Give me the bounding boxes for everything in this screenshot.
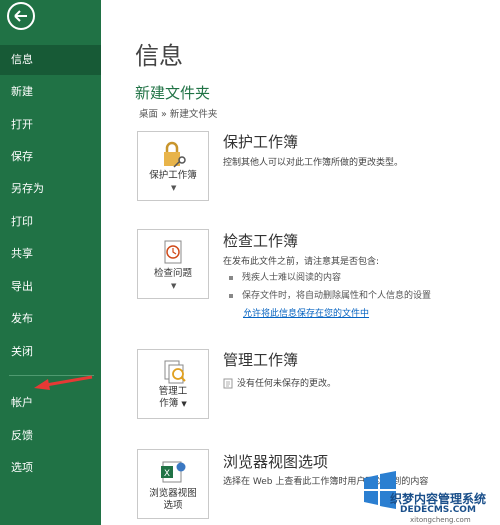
nav-options[interactable]: 选项	[0, 453, 101, 483]
lock-key-icon	[164, 141, 186, 168]
manage-workbook-button[interactable]: 管理工 作簿 ▼	[137, 349, 209, 419]
watermark-url: DEDECMS.COM	[400, 505, 476, 515]
nav-share[interactable]: 共享	[0, 239, 101, 269]
back-button[interactable]	[7, 2, 35, 30]
info-pane: 信息 新建文件夹 桌面 » 新建文件夹 保护工作簿 ▼ 保护工作簿 控制其他人可…	[101, 0, 500, 525]
protect-desc: 控制其他人可以对此工作簿所做的更改类型。	[223, 158, 404, 168]
inspect-bullet: 保存文件时，将自动删除属性和个人信息的设置	[229, 288, 431, 301]
inspect-title: 检查工作簿	[223, 232, 299, 250]
protect-workbook-button[interactable]: 保护工作簿 ▼	[137, 131, 209, 201]
nav-open[interactable]: 打开	[0, 110, 101, 140]
page-title: 信息	[135, 42, 183, 70]
manage-title: 管理工作簿	[223, 351, 299, 369]
nav-print[interactable]: 打印	[0, 207, 101, 237]
inspect-desc: 在发布此文件之前，请注意其是否包含:	[223, 257, 380, 267]
check-issues-button[interactable]: 检查问题 ▼	[137, 229, 209, 299]
bullet-icon	[229, 275, 233, 280]
document-title: 新建文件夹	[135, 84, 211, 102]
document-small-icon	[223, 378, 233, 389]
browser-title: 浏览器视图选项	[223, 453, 329, 471]
svg-text:X: X	[164, 469, 170, 479]
nav-save[interactable]: 保存	[0, 142, 101, 172]
manage-document-icon	[164, 360, 186, 384]
bullet-text: 保存文件时，将自动删除属性和个人信息的设置	[242, 291, 432, 301]
browser-button-label-1: 浏览器视图	[149, 488, 197, 499]
manage-button-label-2: 作簿 ▼	[138, 398, 208, 410]
nav-new[interactable]: 新建	[0, 77, 101, 107]
browser-button-label-2: 选项	[163, 500, 183, 511]
bullet-icon	[229, 293, 233, 298]
protect-title: 保护工作簿	[223, 133, 299, 151]
manage-desc-row: 没有任何未保存的更改。	[223, 376, 336, 389]
watermark: 织梦内容管理系统 DEDECMS.COM xitongcheng.com	[358, 470, 500, 525]
protect-button-label: 保护工作簿	[149, 170, 197, 181]
breadcrumb[interactable]: 桌面 » 新建文件夹	[139, 106, 217, 120]
watermark-sub: xitongcheng.com	[410, 516, 471, 524]
nav-info[interactable]: 信息	[0, 45, 101, 75]
manage-desc: 没有任何未保存的更改。	[237, 379, 337, 389]
dropdown-caret-icon: ▼	[171, 184, 177, 192]
dropdown-caret-icon: ▼	[171, 282, 177, 290]
nav-publish[interactable]: 发布	[0, 304, 101, 334]
bullet-text: 残疾人士难以阅读的内容	[242, 273, 342, 283]
nav-save-as[interactable]: 另存为	[0, 174, 101, 204]
manage-button-label-2-text: 作簿	[159, 398, 179, 409]
browser-view-options-button[interactable]: X 浏览器视图 选项	[137, 449, 209, 519]
inspect-bullet: 残疾人士难以阅读的内容	[229, 270, 341, 283]
back-arrow-icon	[14, 10, 27, 22]
check-document-icon	[164, 240, 182, 264]
excel-browser-icon: X	[161, 461, 186, 483]
dropdown-caret-icon: ▼	[181, 400, 187, 408]
nav-close[interactable]: 关闭	[0, 337, 101, 367]
nav-export[interactable]: 导出	[0, 272, 101, 302]
manage-button-label-1: 管理工	[158, 386, 188, 397]
nav-feedback[interactable]: 反馈	[0, 421, 101, 451]
annotation-arrow-icon	[34, 375, 93, 390]
backstage-sidebar: 信息 新建 打开 保存 另存为 打印 共享 导出 发布 关闭 帐户 反馈 选项	[0, 0, 101, 525]
check-issues-label: 检查问题	[153, 268, 192, 279]
allow-save-info-link[interactable]: 允许将此信息保存在您的文件中	[243, 306, 369, 319]
